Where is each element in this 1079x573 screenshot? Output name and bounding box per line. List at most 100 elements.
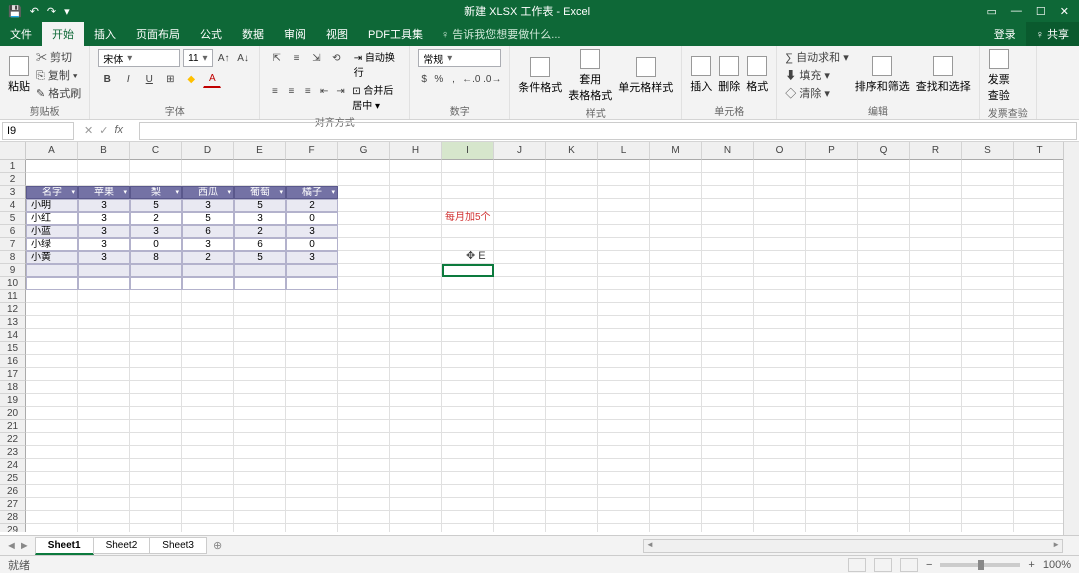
cell[interactable] bbox=[702, 303, 754, 316]
cell[interactable] bbox=[598, 329, 650, 342]
cell[interactable] bbox=[234, 459, 286, 472]
cell[interactable] bbox=[182, 459, 234, 472]
cell[interactable] bbox=[806, 381, 858, 394]
sheet-tab-3[interactable]: Sheet3 bbox=[149, 537, 207, 554]
cell[interactable] bbox=[598, 316, 650, 329]
cell[interactable] bbox=[650, 472, 702, 485]
qat-more-icon[interactable]: ▾ bbox=[64, 5, 70, 18]
tab-pdf[interactable]: PDF工具集 bbox=[358, 22, 433, 46]
cell[interactable] bbox=[754, 446, 806, 459]
row-header-13[interactable]: 13 bbox=[0, 316, 26, 329]
row-header-18[interactable]: 18 bbox=[0, 381, 26, 394]
cell[interactable] bbox=[962, 173, 1014, 186]
row-header-20[interactable]: 20 bbox=[0, 407, 26, 420]
cell[interactable] bbox=[442, 355, 494, 368]
cell[interactable] bbox=[286, 342, 338, 355]
cell[interactable] bbox=[650, 173, 702, 186]
cell[interactable] bbox=[182, 394, 234, 407]
cell[interactable] bbox=[494, 238, 546, 251]
cell[interactable] bbox=[1014, 277, 1066, 290]
cell[interactable] bbox=[598, 342, 650, 355]
cell[interactable] bbox=[754, 394, 806, 407]
clear-button[interactable]: ◇ 清除 ▾ bbox=[785, 85, 848, 101]
cell[interactable] bbox=[598, 238, 650, 251]
cell[interactable] bbox=[962, 329, 1014, 342]
cell[interactable] bbox=[26, 173, 78, 186]
cell[interactable] bbox=[234, 433, 286, 446]
cell[interactable] bbox=[182, 316, 234, 329]
cell[interactable] bbox=[1014, 381, 1066, 394]
cell[interactable] bbox=[910, 238, 962, 251]
cell[interactable] bbox=[1014, 485, 1066, 498]
cell[interactable] bbox=[858, 251, 910, 264]
cell[interactable] bbox=[598, 277, 650, 290]
cell[interactable] bbox=[442, 316, 494, 329]
cell[interactable] bbox=[1014, 290, 1066, 303]
cell[interactable] bbox=[598, 212, 650, 225]
cell[interactable] bbox=[338, 199, 390, 212]
cell[interactable] bbox=[182, 342, 234, 355]
cell[interactable] bbox=[442, 511, 494, 524]
cell[interactable] bbox=[130, 355, 182, 368]
shrink-font-button[interactable]: A↓ bbox=[235, 49, 251, 67]
cell[interactable] bbox=[286, 173, 338, 186]
cell[interactable] bbox=[546, 173, 598, 186]
cell[interactable] bbox=[806, 277, 858, 290]
cell[interactable] bbox=[234, 420, 286, 433]
cell[interactable] bbox=[494, 160, 546, 173]
cell[interactable] bbox=[910, 355, 962, 368]
cell[interactable] bbox=[78, 420, 130, 433]
cell[interactable] bbox=[910, 316, 962, 329]
cell[interactable] bbox=[286, 459, 338, 472]
row-header-17[interactable]: 17 bbox=[0, 368, 26, 381]
cell[interactable] bbox=[650, 238, 702, 251]
cell[interactable] bbox=[806, 264, 858, 277]
cell[interactable] bbox=[1014, 173, 1066, 186]
cell[interactable]: 3 bbox=[78, 212, 130, 225]
close-icon[interactable]: ✕ bbox=[1060, 5, 1069, 18]
row-header-1[interactable]: 1 bbox=[0, 160, 26, 173]
cell[interactable] bbox=[78, 355, 130, 368]
cell[interactable] bbox=[858, 342, 910, 355]
cell[interactable] bbox=[650, 381, 702, 394]
cell[interactable]: 3 bbox=[130, 225, 182, 238]
cell[interactable] bbox=[494, 303, 546, 316]
cell[interactable] bbox=[390, 407, 442, 420]
cell[interactable] bbox=[962, 277, 1014, 290]
cell[interactable] bbox=[650, 290, 702, 303]
cell[interactable] bbox=[1014, 186, 1066, 199]
cell[interactable] bbox=[962, 342, 1014, 355]
cell[interactable] bbox=[286, 524, 338, 532]
cell[interactable] bbox=[390, 212, 442, 225]
cell[interactable] bbox=[130, 524, 182, 532]
cell[interactable] bbox=[546, 459, 598, 472]
cell[interactable] bbox=[390, 173, 442, 186]
cell[interactable]: 6 bbox=[182, 225, 234, 238]
sort-filter-button[interactable]: 排序和筛选 bbox=[855, 56, 910, 94]
cell[interactable] bbox=[754, 264, 806, 277]
cell[interactable] bbox=[702, 394, 754, 407]
cell[interactable] bbox=[598, 199, 650, 212]
cell[interactable] bbox=[390, 472, 442, 485]
wrap-text-button[interactable]: ⇥ 自动换行 bbox=[354, 49, 402, 79]
col-header-K[interactable]: K bbox=[546, 142, 598, 160]
cell[interactable] bbox=[442, 186, 494, 199]
cell[interactable] bbox=[806, 225, 858, 238]
cell[interactable]: 3 bbox=[78, 199, 130, 212]
cell[interactable] bbox=[806, 472, 858, 485]
cell[interactable] bbox=[78, 290, 130, 303]
cell[interactable] bbox=[442, 446, 494, 459]
col-header-R[interactable]: R bbox=[910, 142, 962, 160]
row-header-23[interactable]: 23 bbox=[0, 446, 26, 459]
cell[interactable] bbox=[442, 407, 494, 420]
cell[interactable] bbox=[338, 368, 390, 381]
cell[interactable] bbox=[234, 498, 286, 511]
cell[interactable] bbox=[962, 511, 1014, 524]
cell[interactable] bbox=[962, 212, 1014, 225]
cell[interactable] bbox=[1014, 433, 1066, 446]
cell[interactable] bbox=[26, 407, 78, 420]
cell[interactable] bbox=[806, 173, 858, 186]
cell[interactable] bbox=[494, 446, 546, 459]
cell[interactable] bbox=[962, 186, 1014, 199]
cell[interactable] bbox=[858, 498, 910, 511]
